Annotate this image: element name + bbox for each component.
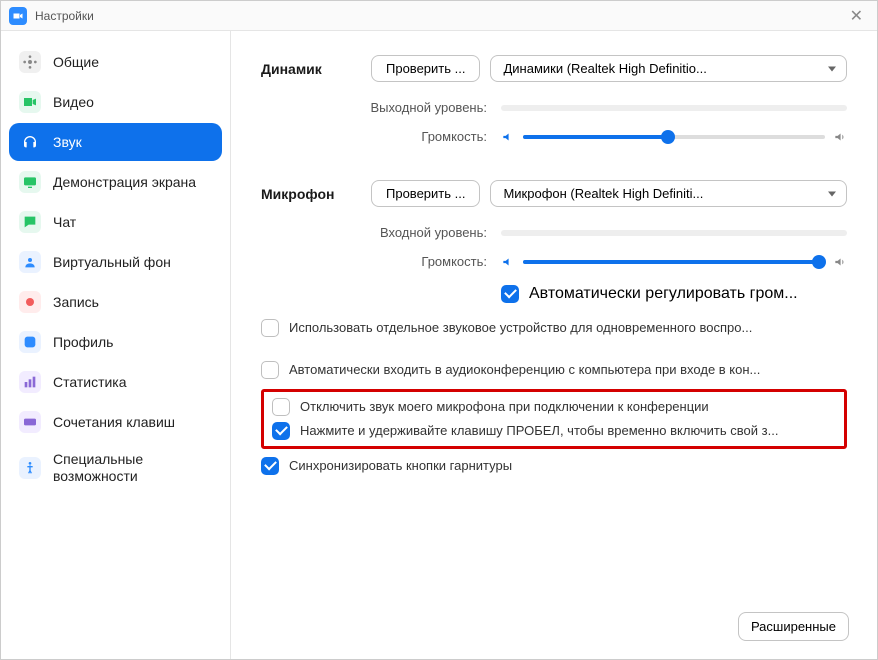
- output-level-meter: [501, 105, 847, 111]
- auto-join-label: Автоматически входить в аудиоконференцию…: [289, 361, 847, 379]
- video-icon: [19, 91, 41, 113]
- sidebar-item-video[interactable]: Видео: [9, 83, 222, 121]
- sidebar-item-share[interactable]: Демонстрация экрана: [9, 163, 222, 201]
- highlighted-annotation: Отключить звук моего микрофона при подкл…: [261, 389, 847, 449]
- push-to-talk-checkbox[interactable]: [272, 422, 290, 440]
- mute-on-join-checkbox[interactable]: [272, 398, 290, 416]
- mic-volume-label: Громкость:: [341, 254, 501, 269]
- stats-icon: [19, 371, 41, 393]
- app-icon: [9, 7, 27, 25]
- sidebar-item-audio[interactable]: Звук: [9, 123, 222, 161]
- background-icon: [19, 251, 41, 273]
- gear-icon: [19, 51, 41, 73]
- input-level-row: Входной уровень:: [261, 225, 847, 240]
- speaker-device-select[interactable]: Динамики (Realtek High Definitio...: [490, 55, 847, 82]
- headphones-icon: [19, 131, 41, 153]
- sidebar-item-profile[interactable]: Профиль: [9, 323, 222, 361]
- sync-headset-checkbox[interactable]: [261, 457, 279, 475]
- speaker-label: Динамик: [261, 61, 371, 77]
- output-level-row: Выходной уровень:: [261, 100, 847, 115]
- sidebar-item-label: Видео: [53, 94, 94, 111]
- separate-device-label: Использовать отдельное звуковое устройст…: [289, 319, 847, 337]
- sync-headset-option[interactable]: Синхронизировать кнопки гарнитуры: [261, 457, 847, 475]
- chat-icon: [19, 211, 41, 233]
- sidebar-item-general[interactable]: Общие: [9, 43, 222, 81]
- keyboard-icon: [19, 411, 41, 433]
- separate-device-option[interactable]: Использовать отдельное звуковое устройст…: [261, 319, 847, 337]
- accessibility-icon: [19, 457, 41, 479]
- input-level-meter: [501, 230, 847, 236]
- mic-row: Микрофон Проверить ... Микрофон (Realtek…: [261, 180, 847, 207]
- speaker-volume-row: Громкость:: [261, 129, 847, 144]
- sidebar-item-label: Специальные возможности: [53, 451, 212, 485]
- sidebar-item-label: Чат: [53, 214, 76, 231]
- sidebar-item-chat[interactable]: Чат: [9, 203, 222, 241]
- window-title: Настройки: [35, 9, 844, 23]
- auto-adjust-label: Автоматически регулировать гром...: [529, 283, 847, 305]
- close-icon[interactable]: ✕: [844, 6, 869, 26]
- volume-high-icon: [833, 255, 847, 269]
- speaker-row: Динамик Проверить ... Динамики (Realtek …: [261, 55, 847, 82]
- sidebar-item-label: Статистика: [53, 374, 127, 391]
- sidebar-item-label: Звук: [53, 134, 82, 151]
- sidebar-item-background[interactable]: Виртуальный фон: [9, 243, 222, 281]
- volume-high-icon: [833, 130, 847, 144]
- sidebar-item-stats[interactable]: Статистика: [9, 363, 222, 401]
- test-mic-button[interactable]: Проверить ...: [371, 180, 480, 207]
- advanced-button[interactable]: Расширенные: [738, 612, 849, 641]
- sidebar-item-label: Демонстрация экрана: [53, 174, 196, 191]
- separate-device-checkbox[interactable]: [261, 319, 279, 337]
- settings-panel: Динамик Проверить ... Динамики (Realtek …: [231, 31, 877, 659]
- mic-label: Микрофон: [261, 186, 371, 202]
- sidebar-item-shortcuts[interactable]: Сочетания клавиш: [9, 403, 222, 441]
- mute-on-join-label: Отключить звук моего микрофона при подкл…: [300, 398, 836, 416]
- mute-on-join-option[interactable]: Отключить звук моего микрофона при подкл…: [272, 398, 836, 416]
- sidebar-item-accessibility[interactable]: Специальные возможности: [9, 443, 222, 493]
- window-titlebar: Настройки ✕: [1, 1, 877, 31]
- push-to-talk-label: Нажмите и удерживайте клавишу ПРОБЕЛ, чт…: [300, 422, 836, 440]
- speaker-volume-label: Громкость:: [341, 129, 501, 144]
- mic-volume-slider[interactable]: [523, 260, 825, 264]
- sidebar: Общие Видео Звук Демонстрация экрана Чат…: [1, 31, 231, 659]
- volume-low-icon: [501, 130, 515, 144]
- profile-icon: [19, 331, 41, 353]
- auto-adjust-checkbox[interactable]: [501, 285, 519, 303]
- sidebar-item-label: Запись: [53, 294, 99, 311]
- sidebar-item-label: Общие: [53, 54, 99, 71]
- input-level-label: Входной уровень:: [341, 225, 501, 240]
- push-to-talk-option[interactable]: Нажмите и удерживайте клавишу ПРОБЕЛ, чт…: [272, 422, 836, 440]
- auto-join-option[interactable]: Автоматически входить в аудиоконференцию…: [261, 361, 847, 379]
- record-icon: [19, 291, 41, 313]
- share-icon: [19, 171, 41, 193]
- sidebar-item-label: Сочетания клавиш: [53, 414, 175, 431]
- mic-volume-row: Громкость:: [261, 254, 847, 269]
- auto-join-checkbox[interactable]: [261, 361, 279, 379]
- sidebar-item-label: Профиль: [53, 334, 113, 351]
- mic-device-select[interactable]: Микрофон (Realtek High Definiti...: [490, 180, 847, 207]
- sidebar-item-label: Виртуальный фон: [53, 254, 171, 271]
- volume-low-icon: [501, 255, 515, 269]
- speaker-volume-slider[interactable]: [523, 135, 825, 139]
- test-speaker-button[interactable]: Проверить ...: [371, 55, 480, 82]
- output-level-label: Выходной уровень:: [341, 100, 501, 115]
- sync-headset-label: Синхронизировать кнопки гарнитуры: [289, 457, 847, 475]
- sidebar-item-recording[interactable]: Запись: [9, 283, 222, 321]
